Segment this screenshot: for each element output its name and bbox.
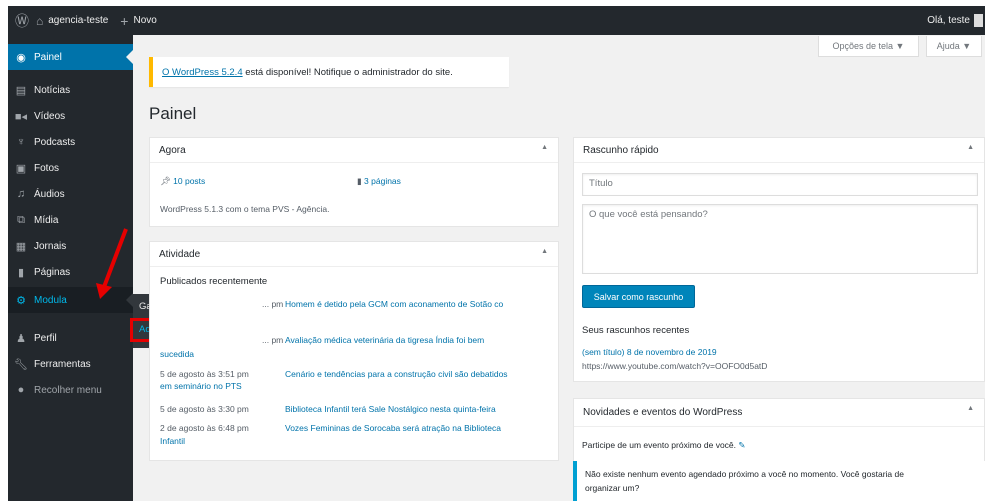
atividade-widget: Atividade ▲ Publicados recentemente ... … [149,241,559,461]
sidebar-item-label: Jornais [34,240,67,252]
quick-draft-widget: Rascunho rápido ▲ Título O que você está… [573,137,985,382]
posts-label: 10 posts [173,176,206,186]
widget-title: Novidades e eventos do WordPress [583,407,743,418]
draft-url: https://www.youtube.com/watch?v=OOFO0d5a… [582,361,768,371]
microphone-icon: ♆ [16,136,26,148]
theme-text: WordPress 5.1.3 com o tema PVS - Agência… [160,204,330,214]
activity-date: 5 de agosto às 3:51 pm [160,369,249,379]
account-menu[interactable]: Olá, teste [927,14,983,27]
activity-link-cont[interactable]: em seminário no PTS [160,381,242,391]
participate-label: Participe de um evento próximo de você. [582,440,737,450]
collapse-menu-button[interactable]: ● Recolher menu [8,377,133,403]
sidebar-item-videos[interactable]: ■◂ Vídeos [8,103,133,129]
pin-icon: 📌︎ [160,176,174,186]
widget-title: Atividade [159,248,201,260]
video-icon: ■◂ [14,110,28,123]
activity-link[interactable]: Homem é detido pela GCM com aconamento d… [285,299,503,309]
draft-content-textarea[interactable]: O que você está pensando? [582,204,978,274]
posts-count[interactable]: 📌︎ 10 posts [160,176,205,187]
participate-text: Participe de um evento próximo de você. … [582,440,746,451]
dashboard-icon: ◉ [16,51,26,64]
page-title: Painel [149,104,197,123]
widget-title: Agora [159,144,186,156]
pages-label: 3 páginas [364,176,401,186]
pages-icon: ▮ [17,266,25,279]
help-button[interactable]: Ajuda ▼ [926,36,982,57]
site-name-link[interactable]: ⌂ agencia-teste [36,14,108,28]
sidebar-item-ferramentas[interactable]: 🔧︎ Ferramentas [8,351,133,377]
toggle-arrow-icon[interactable]: ▲ [967,144,974,151]
gear-icon: ⚙ [16,294,26,307]
sidebar-item-audios[interactable]: ♫ Áudios [8,181,133,207]
sidebar-item-podcasts[interactable]: ♆ Podcasts [8,129,133,155]
activity-link[interactable]: Avaliação médica veterinária da tigresa … [285,335,484,345]
sidebar-item-fotos[interactable]: ▣ Fotos [8,155,133,181]
audio-icon: ♫ [16,188,26,200]
sidebar-item-label: Modula [34,294,67,306]
admin-bar: Ⓦ ⌂ agencia-teste + Novo Olá, teste [8,6,985,35]
collapse-icon: ● [17,384,25,396]
activity-link-cont[interactable]: sucedida [160,349,194,359]
sidebar-item-label: Ferramentas [34,358,91,370]
wordpress-logo-icon[interactable]: Ⓦ [8,11,36,31]
wrench-icon: 🔧︎ [14,358,28,371]
sidebar-item-label: Notícias [34,84,71,96]
no-events-line-1: Não existe nenhum evento agendado próxim… [585,469,904,479]
activity-date: 2 de agosto às 6:48 pm [160,423,249,433]
screen-options-button[interactable]: Opções de tela ▼ [818,36,919,57]
home-icon: ⌂ [36,13,44,28]
toggle-arrow-icon[interactable]: ▲ [541,144,548,151]
sidebar-item-painel[interactable]: ◉ Painel [8,44,133,70]
events-notice: Não existe nenhum evento agendado próxim… [573,461,985,501]
photo-icon: ▣ [15,162,27,175]
page-icon: ▮ [357,176,365,186]
media-icon: ⧉ [17,213,25,226]
site-name: agencia-teste [48,15,109,26]
activity-subtitle: Publicados recentemente [160,276,268,287]
pages-count[interactable]: ▮ 3 páginas [357,176,401,187]
sidebar-item-label: Painel [34,51,62,63]
activity-link[interactable]: Cenário e tendências para a construção c… [285,369,508,379]
sidebar-item-label: Páginas [34,266,71,278]
pencil-icon[interactable]: ✎ [738,440,745,450]
toggle-arrow-icon[interactable]: ▲ [967,405,974,412]
widget-title: Rascunho rápido [583,144,659,156]
sidebar-item-perfil[interactable]: ♟ Perfil [8,325,133,351]
sidebar-item-label: Recolher menu [34,384,102,396]
sidebar-item-label: Áudios [34,188,65,200]
user-icon: ♟ [16,332,26,345]
activity-date: 5 de agosto às 3:30 pm [160,404,249,414]
notice-text: está disponível! Notifique o administrad… [242,66,453,78]
draft-line[interactable]: (sem título) 8 de novembro de 2019 [582,347,717,357]
no-events-line-2[interactable]: organizar um? [585,483,639,493]
update-link[interactable]: O WordPress 5.2.4 [162,67,243,78]
sidebar-item-label: Mídia [34,214,59,226]
agora-widget: Agora ▲ 📌︎ 10 posts ▮ 3 páginas WordPres… [149,137,559,227]
sidebar-item-label: Fotos [34,162,60,174]
news-icon: ▤ [15,84,27,97]
newspaper-icon: ▦ [15,240,27,253]
activity-link[interactable]: Vozes Femininas de Sorocaba será atração… [285,423,501,433]
sidebar-item-noticias[interactable]: ▤ Notícias [8,77,133,103]
recent-drafts-title: Seus rascunhos recentes [582,325,690,336]
update-notice: O WordPress 5.2.4 está disponível! Notif… [149,57,509,87]
new-content-button[interactable]: + Novo [120,13,157,29]
activity-date: ... pm [262,299,284,309]
sidebar-item-label: Perfil [34,332,57,344]
activity-date: ... pm [262,335,284,345]
save-draft-button[interactable]: Salvar como rascunho [582,285,695,308]
draft-title-input[interactable]: Título [582,173,978,196]
sidebar-item-label: Podcasts [34,136,76,148]
activity-link-cont[interactable]: Infantil [160,436,185,446]
plus-icon: + [120,12,129,29]
toggle-arrow-icon[interactable]: ▲ [541,248,548,255]
greeting-text: Olá, teste [927,15,970,26]
activity-link[interactable]: Biblioteca Infantil terá Sale Nostálgico… [285,404,496,414]
new-label: Novo [133,15,157,26]
red-arrow-icon [96,228,128,299]
sidebar-item-label: Vídeos [34,110,66,122]
avatar [974,14,983,27]
